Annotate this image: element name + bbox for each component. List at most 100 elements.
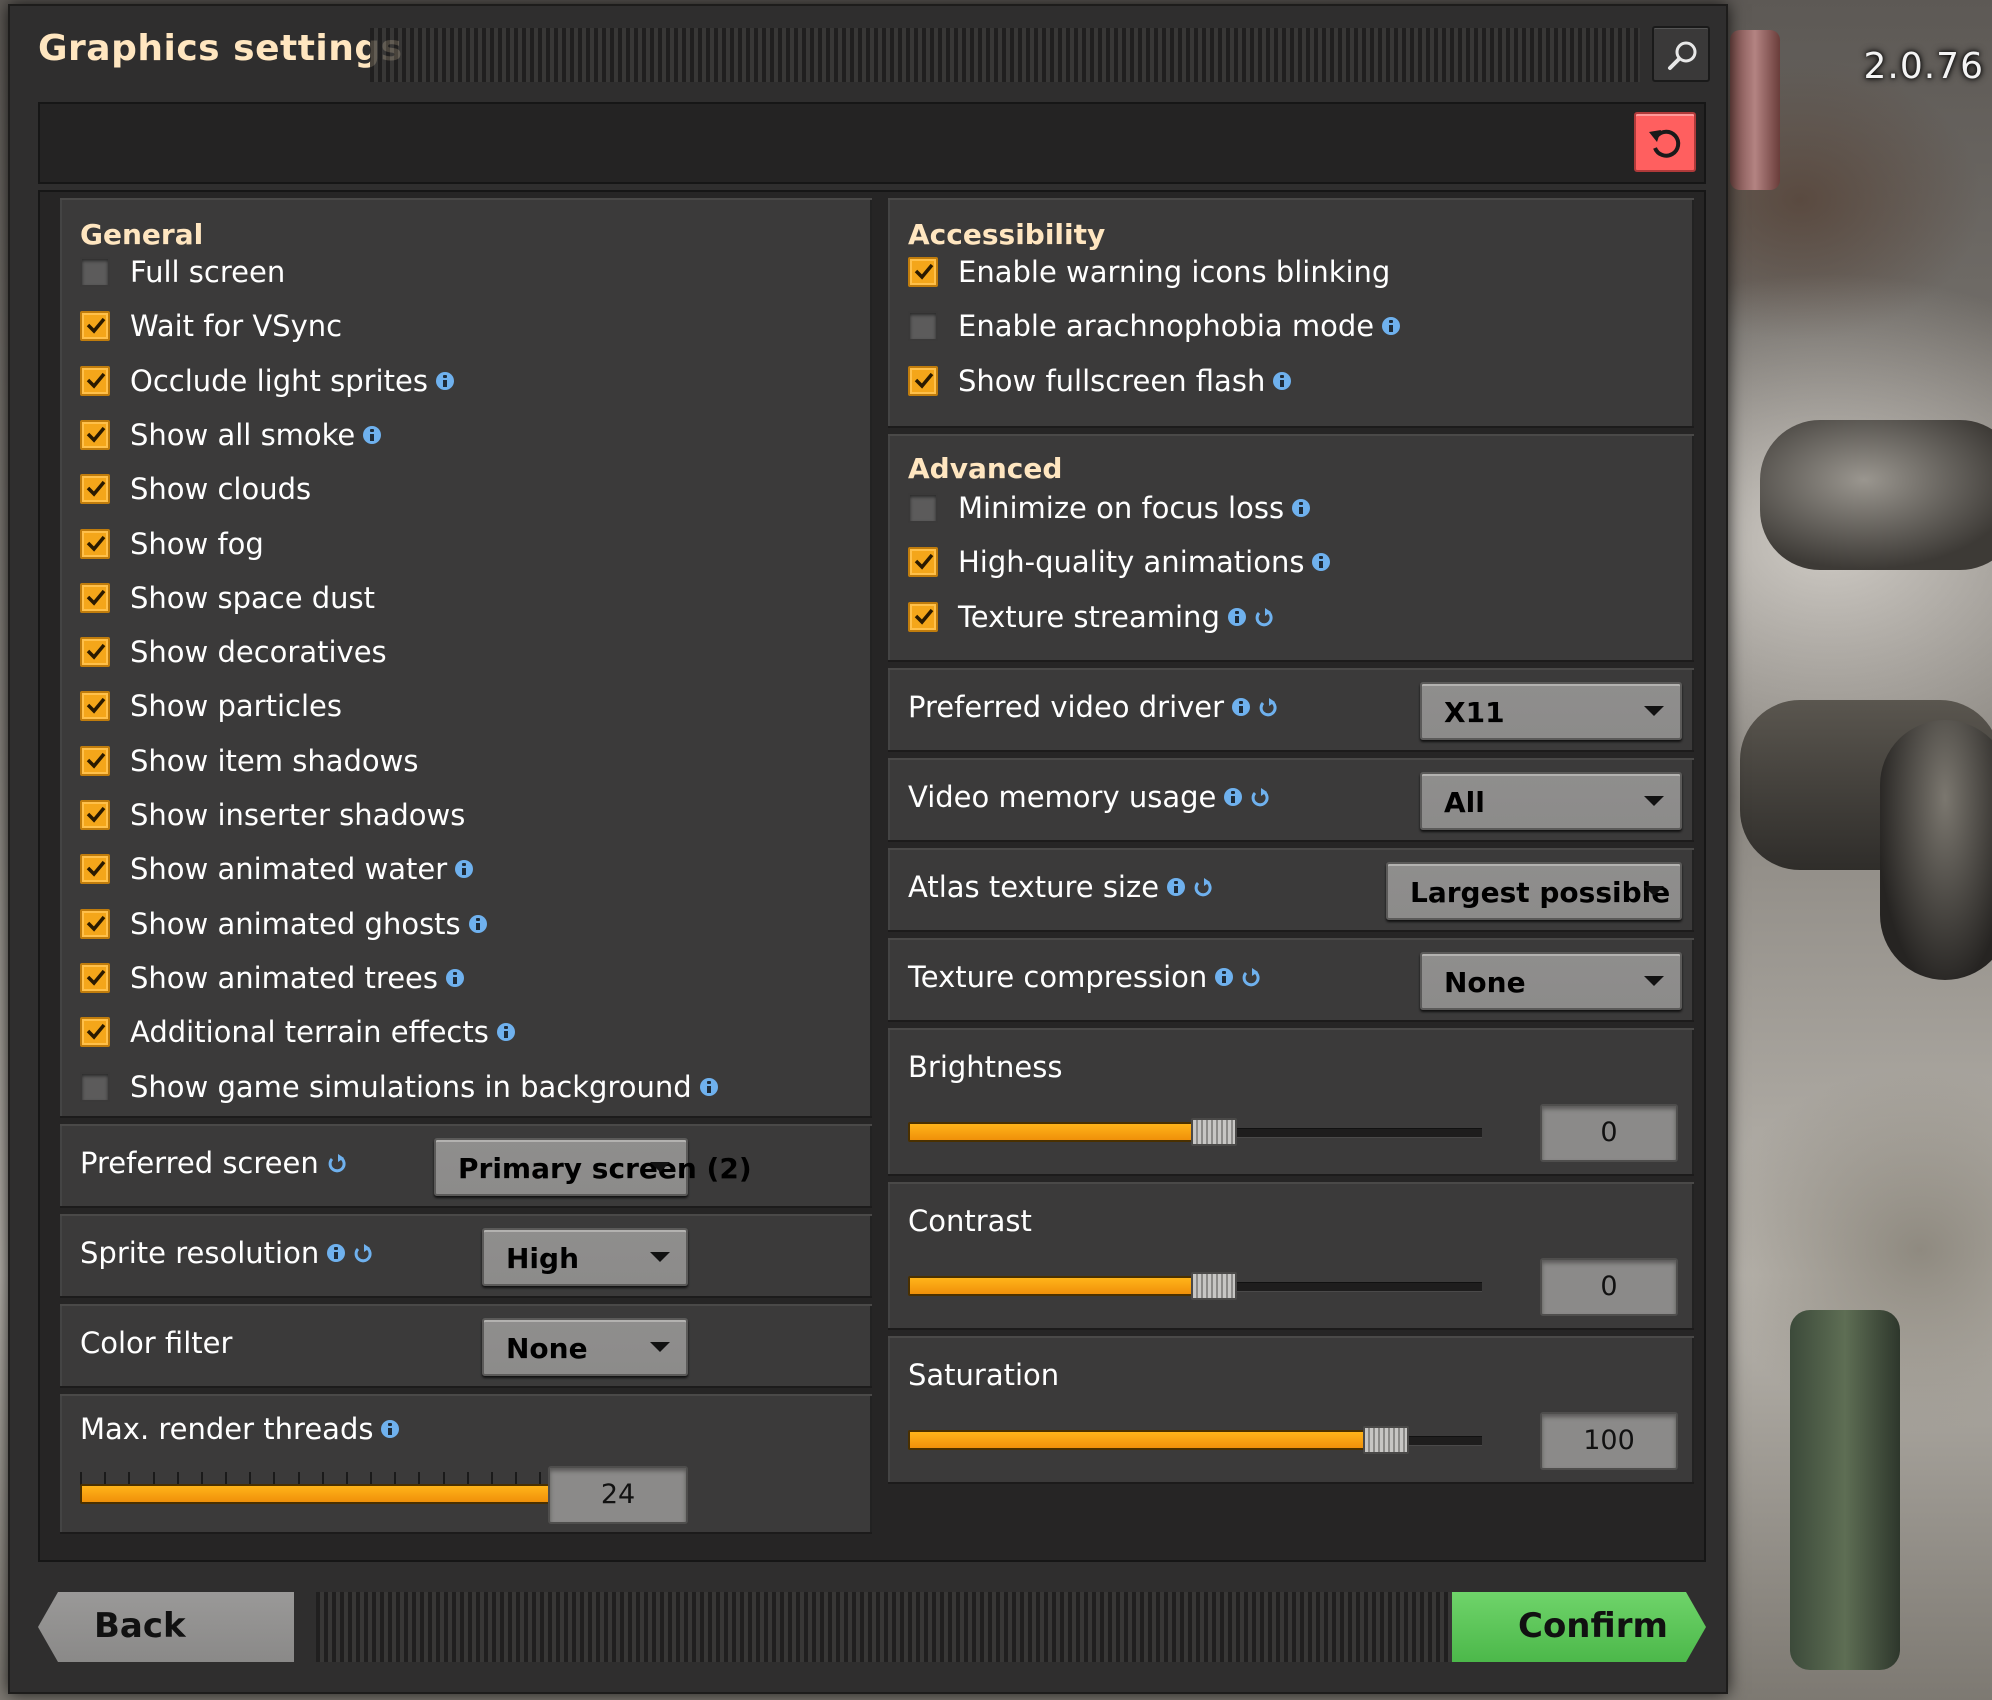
checkbox[interactable] — [908, 493, 938, 523]
checkbox-row[interactable]: High-quality animations — [908, 540, 1331, 584]
checkbox[interactable] — [80, 474, 110, 505]
info-icon[interactable] — [496, 1023, 515, 1042]
confirm-button-label: Confirm — [1518, 1606, 1668, 1646]
back-button[interactable]: Back — [38, 1592, 294, 1662]
checkbox[interactable] — [80, 854, 110, 885]
brightness-row: Brightness 0 — [888, 1028, 1694, 1176]
checkbox[interactable] — [80, 637, 110, 668]
checkbox[interactable] — [80, 582, 110, 613]
info-icon[interactable] — [699, 1077, 718, 1096]
checkbox-row[interactable]: Show decoratives — [80, 630, 387, 674]
info-icon[interactable] — [363, 425, 382, 444]
info-icon[interactable] — [1382, 317, 1401, 336]
checkbox[interactable] — [80, 745, 110, 776]
checkbox-label: Show all smoke — [130, 417, 356, 452]
checkbox[interactable] — [80, 691, 110, 722]
render-threads-label: Max. render threads — [80, 1412, 400, 1446]
checkbox-row[interactable]: Show fog — [80, 522, 264, 566]
checkbox[interactable] — [80, 962, 110, 993]
checkbox[interactable] — [80, 800, 110, 830]
confirm-button[interactable]: Confirm — [1452, 1592, 1706, 1662]
info-icon[interactable] — [455, 860, 474, 879]
checkbox[interactable] — [80, 1017, 110, 1048]
info-icon[interactable] — [1167, 878, 1186, 896]
checkbox-row[interactable]: Show clouds — [80, 467, 311, 511]
checkbox[interactable] — [80, 419, 110, 450]
checkbox-row[interactable]: Show all smoke — [80, 413, 382, 457]
background-pipe — [1760, 420, 1992, 570]
checkbox-row[interactable]: Show space dust — [80, 576, 375, 620]
checkbox-row[interactable]: Show inserter shadows — [80, 793, 465, 837]
preferred-screen-dropdown[interactable]: Primary screen (2) — [434, 1138, 752, 1196]
restart-icon — [1250, 787, 1270, 807]
restart-icon — [1254, 607, 1274, 627]
checkbox[interactable] — [908, 311, 938, 342]
texture-compression-dropdown[interactable]: None — [1420, 952, 1682, 1010]
reset-arrow-icon — [1649, 129, 1681, 158]
checkbox-row[interactable]: Show game simulations in background — [80, 1065, 718, 1109]
contrast-handle[interactable] — [1191, 1272, 1237, 1300]
checkbox[interactable] — [908, 601, 938, 632]
info-icon[interactable] — [381, 1420, 400, 1438]
checkbox[interactable] — [80, 908, 110, 939]
checkbox[interactable] — [908, 547, 938, 578]
info-icon[interactable] — [327, 1244, 346, 1262]
checkbox-row[interactable]: Additional terrain effects — [80, 1010, 515, 1054]
reset-defaults-button[interactable] — [1634, 112, 1696, 172]
checkbox[interactable] — [80, 257, 110, 287]
checkbox[interactable] — [908, 257, 938, 287]
checkbox[interactable] — [80, 1071, 110, 1102]
info-icon[interactable] — [1292, 499, 1311, 517]
info-icon[interactable] — [1273, 371, 1292, 390]
color-filter-dropdown[interactable]: None — [482, 1318, 688, 1376]
checkbox-row[interactable]: Show animated trees — [80, 956, 464, 1000]
checkbox-row[interactable]: Wait for VSync — [80, 304, 342, 348]
saturation-handle[interactable] — [1363, 1426, 1410, 1454]
atlas-size-dropdown[interactable]: Largest possible — [1386, 862, 1682, 920]
contrast-value[interactable]: 0 — [1540, 1258, 1678, 1316]
checkbox-row[interactable]: Enable warning icons blinking — [908, 250, 1390, 294]
brightness-handle[interactable] — [1191, 1118, 1237, 1146]
checkbox-row[interactable]: Show particles — [80, 684, 342, 728]
checkbox-row[interactable]: Full screen — [80, 250, 285, 294]
sprite-resolution-dropdown[interactable]: High — [482, 1228, 688, 1286]
saturation-row: Saturation 100 — [888, 1336, 1694, 1484]
checkbox-label: Show fog — [130, 526, 264, 561]
info-icon[interactable] — [1215, 968, 1234, 986]
video-driver-label-text: Preferred video driver — [908, 690, 1225, 724]
info-icon[interactable] — [445, 968, 464, 987]
checkbox-row[interactable]: Show item shadows — [80, 739, 418, 783]
brightness-value[interactable]: 0 — [1540, 1104, 1678, 1162]
info-icon[interactable] — [1227, 607, 1246, 626]
checkbox-row[interactable]: Enable arachnophobia mode — [908, 304, 1401, 348]
info-icon[interactable] — [1224, 788, 1243, 806]
video-driver-dropdown[interactable]: X11 — [1420, 682, 1682, 740]
checkbox-row[interactable]: Occlude light sprites — [80, 359, 454, 403]
saturation-value[interactable]: 100 — [1540, 1412, 1678, 1470]
checkbox[interactable] — [80, 311, 110, 342]
info-icon[interactable] — [468, 914, 487, 933]
video-driver-row: Preferred video driver X11 — [888, 668, 1694, 752]
checkbox[interactable] — [80, 365, 110, 396]
checkbox[interactable] — [908, 365, 938, 396]
restart-icon — [327, 1153, 347, 1173]
search-button[interactable] — [1652, 26, 1710, 82]
toolbar — [38, 102, 1706, 184]
info-icon[interactable] — [1232, 698, 1251, 716]
checkbox-label: Minimize on focus loss — [958, 491, 1285, 525]
checkbox-row[interactable]: Show animated ghosts — [80, 902, 487, 946]
left-column: General Full screen Wait for VSync Occlude… — [60, 198, 872, 1540]
restart-icon — [353, 1243, 373, 1263]
checkbox-row[interactable]: Show animated water — [80, 847, 474, 891]
checkbox[interactable] — [80, 528, 110, 559]
title-drag-handle[interactable] — [370, 28, 1640, 82]
video-memory-dropdown[interactable]: All — [1420, 772, 1682, 830]
checkbox-row[interactable]: Texture streaming — [908, 595, 1274, 639]
info-icon[interactable] — [435, 371, 454, 390]
render-threads-value[interactable]: 24 — [548, 1466, 688, 1524]
checkbox-label: Show particles — [130, 689, 342, 724]
checkbox-label: Show inserter shadows — [130, 798, 466, 832]
checkbox-row[interactable]: Minimize on focus loss — [908, 486, 1311, 530]
checkbox-row[interactable]: Show fullscreen flash — [908, 359, 1292, 403]
info-icon[interactable] — [1312, 553, 1331, 572]
